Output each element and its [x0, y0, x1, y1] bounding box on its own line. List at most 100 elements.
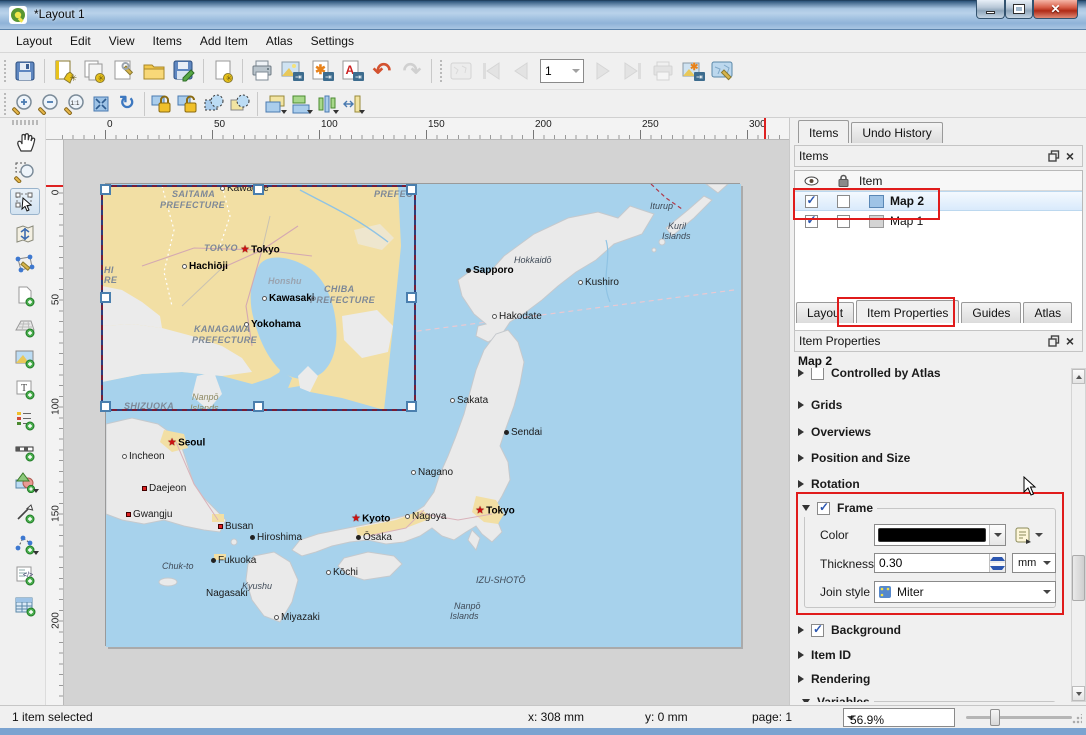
selection-handle-e[interactable] — [406, 292, 417, 303]
print-atlas-button[interactable] — [648, 56, 678, 86]
export-as-image-button[interactable]: ⇥ — [277, 56, 307, 86]
close-panel-icon[interactable]: × — [1062, 333, 1078, 349]
selection-handle-s[interactable] — [253, 401, 264, 412]
zoom-in-icon[interactable] — [10, 92, 36, 116]
move-content-tool-icon[interactable] — [10, 220, 40, 247]
layout-canvas[interactable]: SapporoHokkaidōKushiroIturupKurilIslands… — [64, 140, 789, 705]
frame-color-dropdown[interactable] — [874, 524, 1006, 546]
toolbar-handle[interactable] — [2, 60, 8, 82]
tab-atlas[interactable]: Atlas — [1023, 302, 1072, 323]
add-label-icon[interactable]: T — [10, 375, 40, 402]
add-arrow-icon[interactable] — [10, 499, 40, 526]
raise-items-icon[interactable] — [262, 92, 288, 116]
zoom-level-combo[interactable]: 56.9% — [843, 708, 955, 727]
selection-handle-ne[interactable] — [406, 184, 417, 195]
add-shape-icon[interactable] — [10, 468, 40, 495]
distribute-items-icon[interactable] — [314, 92, 340, 116]
last-feature-button[interactable] — [618, 56, 648, 86]
previous-feature-button[interactable] — [506, 56, 536, 86]
visibility-checkbox[interactable] — [805, 195, 818, 208]
add-3d-map-icon[interactable] — [10, 313, 40, 340]
resize-items-icon[interactable] — [340, 92, 366, 116]
item-row-map2[interactable]: Map 2 — [795, 191, 1082, 211]
resize-grip[interactable] — [1072, 714, 1082, 724]
print-button[interactable] — [247, 56, 277, 86]
float-panel-icon[interactable] — [1046, 333, 1062, 349]
item-label[interactable]: Map 2 — [890, 194, 924, 208]
open-layout-button[interactable] — [139, 56, 169, 86]
export-atlas-button[interactable]: ✱⇥ — [678, 56, 708, 86]
lock-checkbox[interactable] — [837, 215, 850, 228]
tab-item-properties[interactable]: Item Properties — [856, 300, 959, 323]
menu-view[interactable]: View — [101, 32, 143, 50]
select-all-icon[interactable] — [201, 92, 227, 116]
atlas-settings-button[interactable] — [708, 56, 738, 86]
save-button[interactable] — [10, 56, 40, 86]
zoom-tool-icon[interactable] — [10, 158, 40, 185]
section-grids[interactable]: Grids — [798, 396, 842, 414]
minimize-button[interactable] — [976, 0, 1005, 19]
toolbar-handle[interactable] — [12, 120, 38, 125]
atlas-page-input[interactable] — [541, 64, 569, 78]
frame-join-style-combo[interactable]: Miter — [874, 581, 1056, 603]
tab-undo-history[interactable]: Undo History — [851, 122, 942, 143]
close-panel-icon[interactable]: × — [1062, 148, 1078, 164]
add-items-from-template-button[interactable]: ✳ — [208, 56, 238, 86]
selection-handle-nw[interactable] — [100, 184, 111, 195]
selection-handle-sw[interactable] — [100, 401, 111, 412]
add-scalebar-icon[interactable] — [10, 437, 40, 464]
section-frame[interactable]: Frame — [798, 499, 877, 517]
section-overviews[interactable]: Overviews — [798, 423, 871, 441]
visibility-checkbox[interactable] — [805, 215, 818, 228]
tab-layout[interactable]: Layout — [796, 302, 854, 323]
add-html-icon[interactable]: </> — [10, 561, 40, 588]
add-attribute-table-icon[interactable] — [10, 592, 40, 619]
zoom-out-icon[interactable] — [36, 92, 62, 116]
undo-button[interactable]: ↶ — [367, 56, 397, 86]
menu-items[interactable]: Items — [145, 32, 190, 50]
frame-checkbox[interactable] — [817, 502, 830, 515]
frame-thickness-input[interactable] — [875, 556, 975, 570]
zoom-slider-thumb[interactable] — [990, 709, 1000, 726]
selection-handle-n[interactable] — [253, 184, 264, 195]
redo-button[interactable]: ↷ — [397, 56, 427, 86]
menu-layout[interactable]: Layout — [8, 32, 60, 50]
title-bar[interactable]: *Layout 1 ✕ — [0, 0, 1086, 30]
pan-tool-icon[interactable] — [10, 128, 40, 155]
export-as-svg-button[interactable]: ✱⇥ — [307, 56, 337, 86]
menu-edit[interactable]: Edit — [62, 32, 99, 50]
scrollbar-thumb[interactable] — [1072, 555, 1085, 601]
add-page-icon[interactable] — [10, 282, 40, 309]
tab-items[interactable]: Items — [798, 120, 849, 143]
properties-scrollbar[interactable] — [1071, 368, 1086, 702]
next-feature-button[interactable] — [588, 56, 618, 86]
section-rendering[interactable]: Rendering — [798, 670, 870, 688]
lock-checkbox[interactable] — [837, 195, 850, 208]
preview-atlas-button[interactable] — [446, 56, 476, 86]
close-button[interactable]: ✕ — [1033, 0, 1078, 19]
section-checkbox[interactable] — [811, 368, 824, 380]
deselect-all-icon[interactable] — [227, 92, 253, 116]
toolbar-handle[interactable] — [2, 93, 8, 115]
item-row-map1[interactable]: Map 1 — [795, 211, 1082, 231]
save-as-template-button[interactable] — [169, 56, 199, 86]
add-legend-icon[interactable] — [10, 406, 40, 433]
data-defined-override-button[interactable] — [1014, 524, 1044, 546]
zoom-actual-icon[interactable]: 1:1 — [62, 92, 88, 116]
zoom-slider[interactable] — [966, 716, 1072, 719]
lock-items-icon[interactable] — [149, 92, 175, 116]
first-feature-button[interactable] — [476, 56, 506, 86]
item-label[interactable]: Map 1 — [890, 214, 923, 228]
section-background[interactable]: Background — [798, 621, 901, 639]
refresh-icon[interactable]: ↻ — [114, 92, 140, 116]
section-item-id[interactable]: Item ID — [798, 646, 851, 664]
selection-handle-se[interactable] — [406, 401, 417, 412]
menu-settings[interactable]: Settings — [303, 32, 362, 50]
frame-unit-combo[interactable]: mm — [1012, 553, 1056, 573]
menu-add-item[interactable]: Add Item — [192, 32, 256, 50]
select-move-item-tool-icon[interactable] — [10, 188, 40, 215]
edit-nodes-tool-icon[interactable] — [10, 250, 40, 277]
align-items-icon[interactable] — [288, 92, 314, 116]
menu-atlas[interactable]: Atlas — [258, 32, 301, 50]
section-rotation[interactable]: Rotation — [798, 475, 860, 493]
